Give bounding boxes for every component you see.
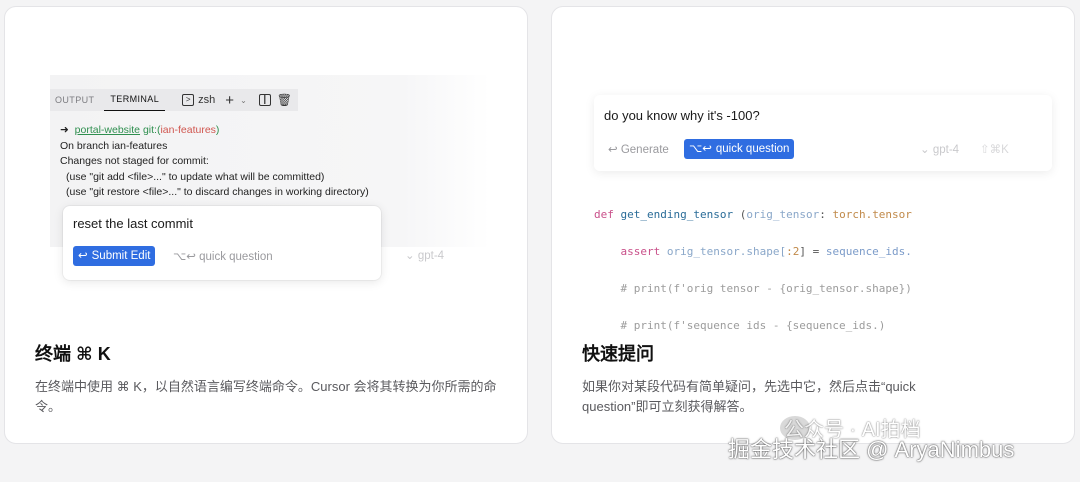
generate-label: Generate <box>620 144 669 156</box>
prompt-directory: portal-website <box>74 124 141 136</box>
quick-question-button[interactable]: ⌥↩ quick question <box>173 249 273 263</box>
chevron-down-icon: ⌄ <box>920 144 933 156</box>
return-icon: ↩ <box>608 144 621 156</box>
quick-question-label: quick question <box>199 251 273 263</box>
terminal-cmdk-card: OUTPUT TERMINAL > zsh + ⌄ ┃ 🗑 ➜ portal-w… <box>4 6 528 444</box>
chevron-down-icon[interactable]: ⌄ <box>240 96 247 105</box>
prompt-git-close: ) <box>215 124 220 136</box>
tab-output[interactable]: OUTPUT <box>50 89 100 111</box>
trash-icon[interactable]: 🗑 <box>277 93 292 107</box>
watermark: 公众号 · AI拍档 掘金技术社区 @ AryaNimbus <box>728 416 1014 462</box>
model-selector[interactable]: ⌄ gpt-4 <box>920 142 959 156</box>
option-return-icon: ⌥↩ <box>173 251 200 263</box>
card-description: 在终端中使用 ⌘ K，以自然语言编写终端命令。Cursor 会将其转换为你所需的… <box>35 379 497 414</box>
prompt-input[interactable]: reset the last commit <box>73 216 193 231</box>
prompt-arrow: ➜ <box>60 124 69 136</box>
card-title: 快速提问 <box>582 344 654 364</box>
generate-button[interactable]: ↩ Generate <box>608 142 669 156</box>
terminal-output: ➜ portal-website git:(ian-features) On b… <box>60 123 369 201</box>
prompt-git: git:( <box>142 124 161 136</box>
watermark-line2: 掘金技术社区 @ AryaNimbus <box>728 437 1015 462</box>
split-icon[interactable]: ┃ <box>258 94 271 106</box>
option-return-icon: ⌥↩ <box>689 143 712 155</box>
terminal-prompt-line: ➜ portal-website git:(ian-features) <box>60 123 369 139</box>
submit-edit-label: Submit Edit <box>91 250 151 262</box>
model-selector[interactable]: ⌄ gpt-4 <box>405 248 444 262</box>
code-fade-overlay <box>984 183 1074 263</box>
terminal-line: (use "git add <file>..." to update what … <box>66 170 325 183</box>
model-label: gpt-4 <box>932 144 960 156</box>
terminal-line: (use "git restore <file>..." to discard … <box>66 186 369 199</box>
terminal-line: Changes not staged for commit: <box>60 155 209 168</box>
code-line: def get_ending_tensor (orig_tensor: torc… <box>594 207 912 221</box>
quick-question-label: quick question <box>715 143 790 155</box>
terminal-line: On branch ian-features <box>60 139 168 152</box>
quick-question-card: do you know why it's -100? ↩ Generate ⌥↩… <box>551 6 1075 444</box>
chevron-down-icon: ⌄ <box>405 250 418 262</box>
code-line: # print(f'orig tensor - {orig_tensor.sha… <box>620 281 912 295</box>
submit-edit-button[interactable]: ↩ Submit Edit <box>73 246 156 266</box>
quick-question-box: do you know why it's -100? ↩ Generate ⌥↩… <box>594 95 1052 171</box>
code-line: # print(f'sequence ids - {sequence_ids.) <box>620 318 886 332</box>
code-line: assert orig_tensor.shape[:2] = sequence_… <box>620 244 912 258</box>
tab-terminal[interactable]: TERMINAL <box>104 89 166 111</box>
card-description: 如果你对某段代码有简单疑问，先选中它，然后点击“quick question”即… <box>582 379 916 414</box>
plus-icon[interactable]: + <box>225 92 234 109</box>
prompt-branch: ian-features <box>160 124 216 136</box>
return-icon: ↩ <box>78 250 88 262</box>
terminal-tabbar: OUTPUT TERMINAL > zsh + ⌄ ┃ 🗑 <box>50 89 298 111</box>
cmdk-prompt-box: reset the last commit ↩ Submit Edit ⌥↩ q… <box>63 206 381 280</box>
shortcut-hint: ⇧⌘K <box>980 144 1009 156</box>
terminal-icon: > <box>182 94 195 106</box>
question-input[interactable]: do you know why it's -100? <box>604 108 760 123</box>
model-label: gpt-4 <box>417 250 445 262</box>
shell-name[interactable]: zsh <box>198 94 215 106</box>
quick-question-button[interactable]: ⌥↩ quick question <box>684 139 795 159</box>
terminal-toolbar: > zsh + ⌄ ┃ 🗑 <box>182 92 298 109</box>
card-title: 终端 ⌘ K <box>35 344 111 364</box>
